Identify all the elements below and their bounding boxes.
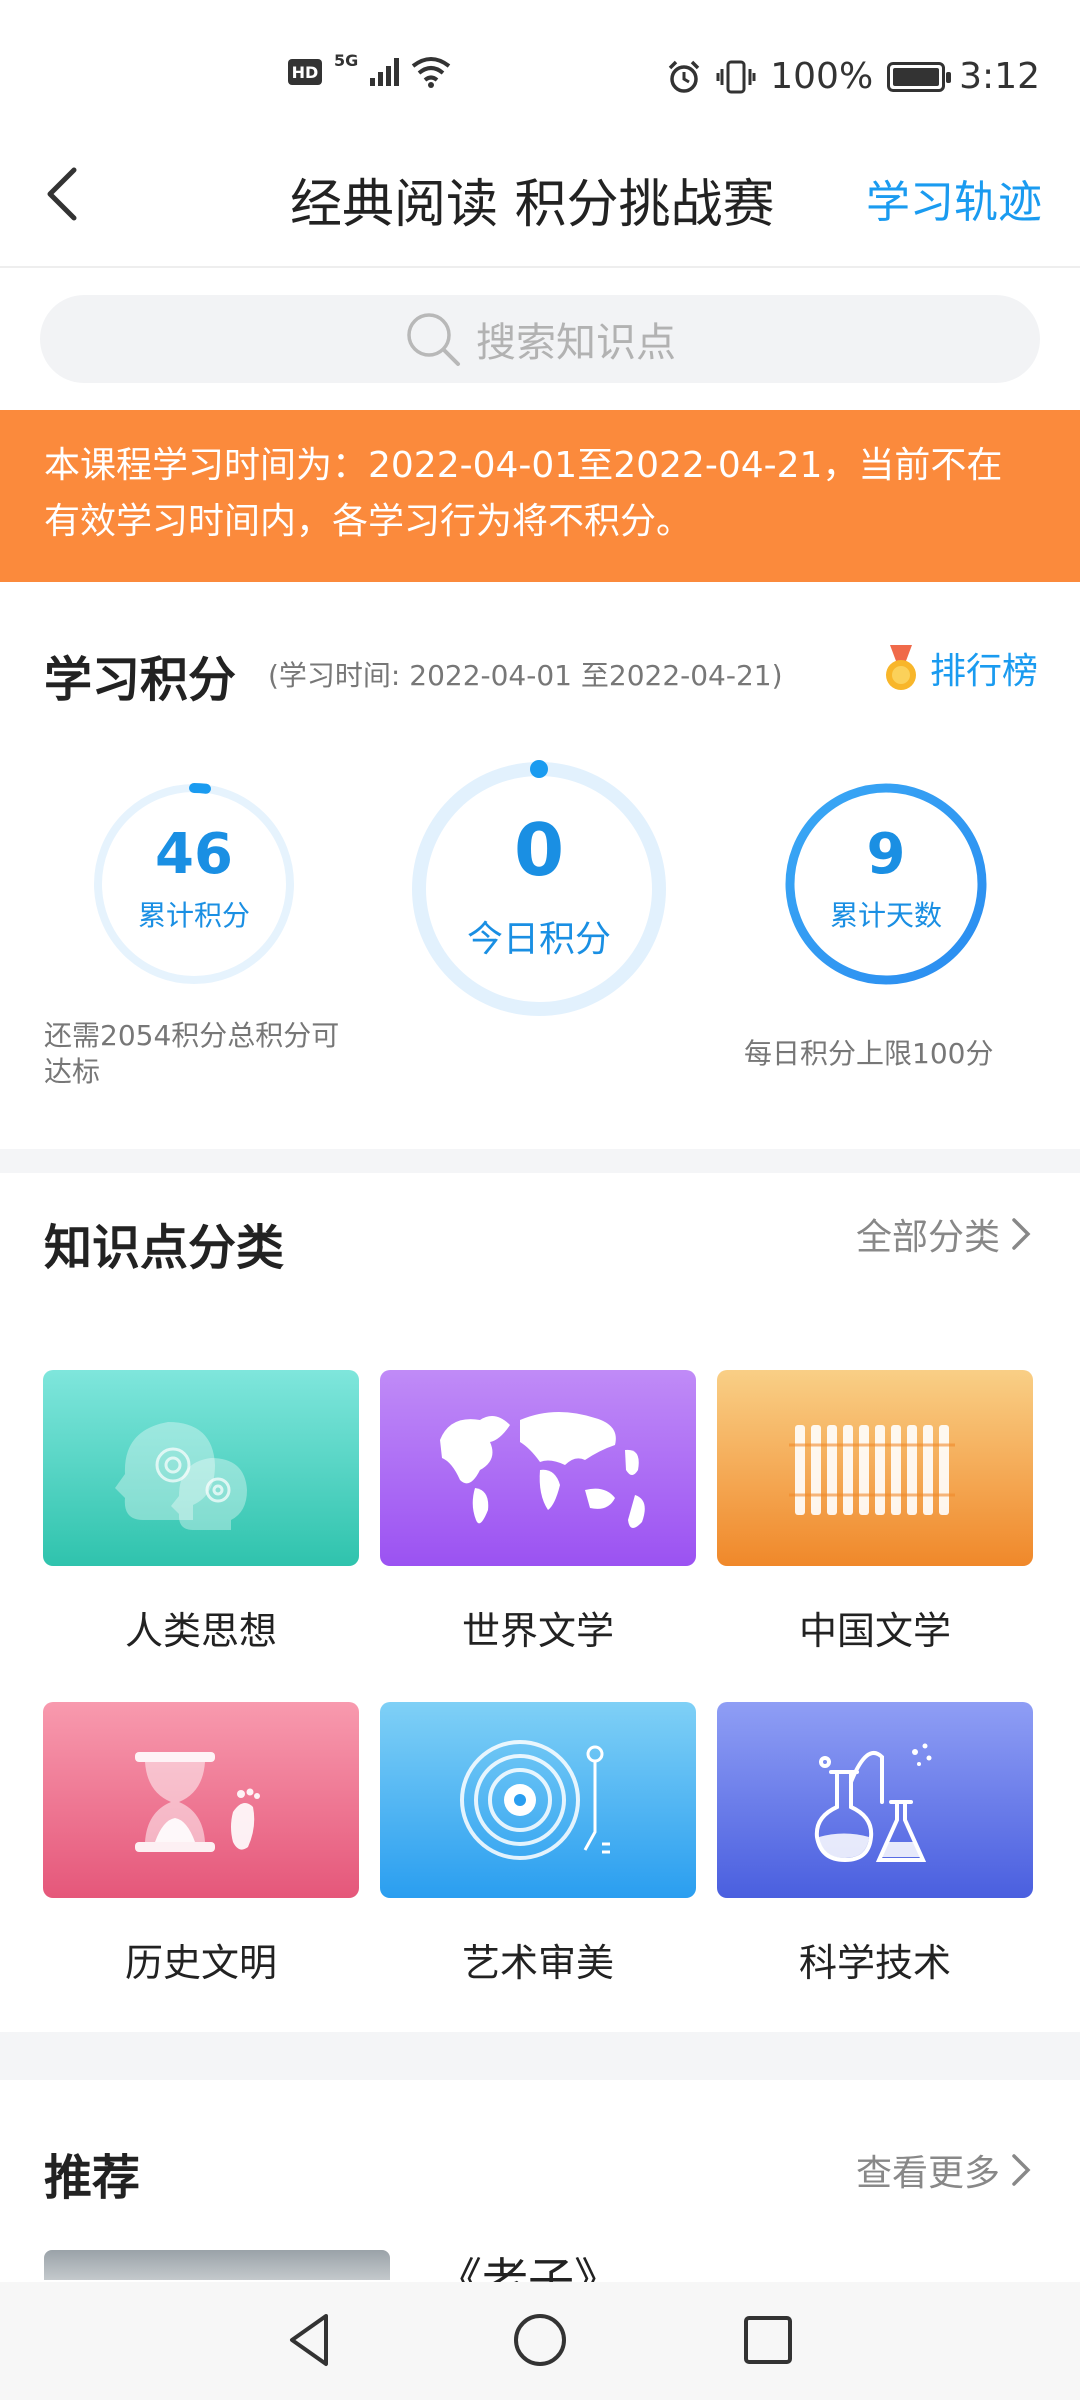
target-remaining-note: 还需2054积分总积分可达标 (44, 1019, 340, 1088)
all-categories-label: 全部分类 (855, 1217, 1000, 1258)
battery-percent: 100% (770, 56, 874, 97)
today-score-value: 0 (513, 808, 565, 892)
category-tile-world-literature[interactable] (380, 1370, 696, 1566)
leaderboard-label: 排行榜 (929, 651, 1038, 692)
score-period: (学习时间: 2022-04-01 至2022-04-21) (268, 659, 783, 692)
category-tile-history[interactable] (43, 1702, 359, 1898)
lab-flasks-icon (814, 1743, 932, 1863)
search-input[interactable]: 搜索知识点 (40, 295, 1040, 383)
category-tile-chinese-literature[interactable] (717, 1370, 1033, 1566)
days-label: 累计天数 (829, 899, 942, 932)
category-label-chinese-literature: 中国文学 (798, 1609, 951, 1653)
clock: 3:12 (959, 56, 1040, 97)
category-label-world-literature: 世界文学 (461, 1609, 614, 1653)
bamboo-scroll-icon (789, 1425, 955, 1515)
section-divider (0, 1149, 1080, 1173)
record-player-icon (460, 1740, 610, 1860)
score-title: 学习积分 (44, 652, 237, 708)
vibrate-icon (716, 60, 756, 93)
all-categories-link[interactable]: 全部分类 (856, 1208, 1032, 1260)
view-more-label: 查看更多 (855, 2153, 1000, 2194)
page-title: 经典阅读 积分挑战赛 (290, 175, 775, 235)
recommend-item-title[interactable]: 《老子》 (436, 2244, 620, 2284)
heads-gears-icon (115, 1422, 247, 1530)
category-label-art: 艺术审美 (461, 1941, 614, 1985)
chevron-right-icon (1012, 1218, 1031, 1250)
battery-icon (887, 61, 952, 92)
world-map-icon (440, 1411, 645, 1529)
today-score-label: 今日积分 (466, 919, 611, 960)
category-section-title: 知识点分类 (44, 1220, 285, 1276)
days-value: 9 (866, 822, 906, 887)
alarm-icon (668, 60, 700, 93)
view-more-link[interactable]: 查看更多 (856, 2144, 1032, 2196)
category-label-science: 科学技术 (798, 1941, 951, 1985)
days-ring: 9 累计天数 (784, 782, 988, 986)
study-track-link[interactable]: 学习轨迹 (866, 166, 1042, 230)
leaderboard-link[interactable]: 排行榜 (882, 642, 1038, 694)
category-tile-art[interactable] (380, 1702, 696, 1898)
total-score-value: 46 (155, 822, 233, 887)
search-icon (407, 313, 460, 366)
hourglass-footprint-icon (135, 1752, 260, 1852)
category-label-history: 历史文明 (124, 1941, 277, 1985)
category-label-human-thought: 人类思想 (124, 1609, 277, 1653)
recommend-thumbnail[interactable] (44, 2250, 390, 2280)
section-divider (0, 2032, 1080, 2080)
nav-back-icon[interactable] (278, 2308, 342, 2372)
notice-banner: 本课程学习时间为：2022-04-01至2022-04-21，当前不在有效学习时… (0, 410, 1080, 582)
nav-home-icon[interactable] (508, 2308, 572, 2372)
hd-badge: HD (288, 59, 322, 85)
daily-cap-note: 每日积分上限100分 (744, 1037, 994, 1070)
category-tile-human-thought[interactable] (43, 1370, 359, 1566)
wifi-icon (412, 57, 451, 88)
network-type: 5G (334, 50, 359, 70)
today-score-ring: 0 今日积分 (410, 760, 668, 1018)
recommend-title: 推荐 (44, 2150, 141, 2206)
chevron-right-icon (1012, 2154, 1031, 2186)
status-left: HD 5G (288, 51, 451, 88)
status-bar: HD 5G 100% 3:12 (0, 0, 1080, 130)
total-score-ring: 46 累计积分 (92, 782, 296, 986)
medal-icon (885, 645, 916, 690)
category-tile-science[interactable] (717, 1702, 1033, 1898)
app-header: 经典阅读 积分挑战赛 学习轨迹 (0, 130, 1080, 268)
status-right: 100% 3:12 (666, 56, 1040, 97)
signal-icon (370, 58, 400, 86)
score-section: 学习积分 (学习时间: 2022-04-01 至2022-04-21) 排行榜 … (0, 582, 1080, 1149)
back-button[interactable] (40, 164, 90, 224)
total-score-label: 累计积分 (137, 899, 250, 932)
search-placeholder: 搜索知识点 (476, 320, 676, 366)
nav-recents-icon[interactable] (736, 2308, 800, 2372)
system-nav-bar (0, 2282, 1080, 2400)
